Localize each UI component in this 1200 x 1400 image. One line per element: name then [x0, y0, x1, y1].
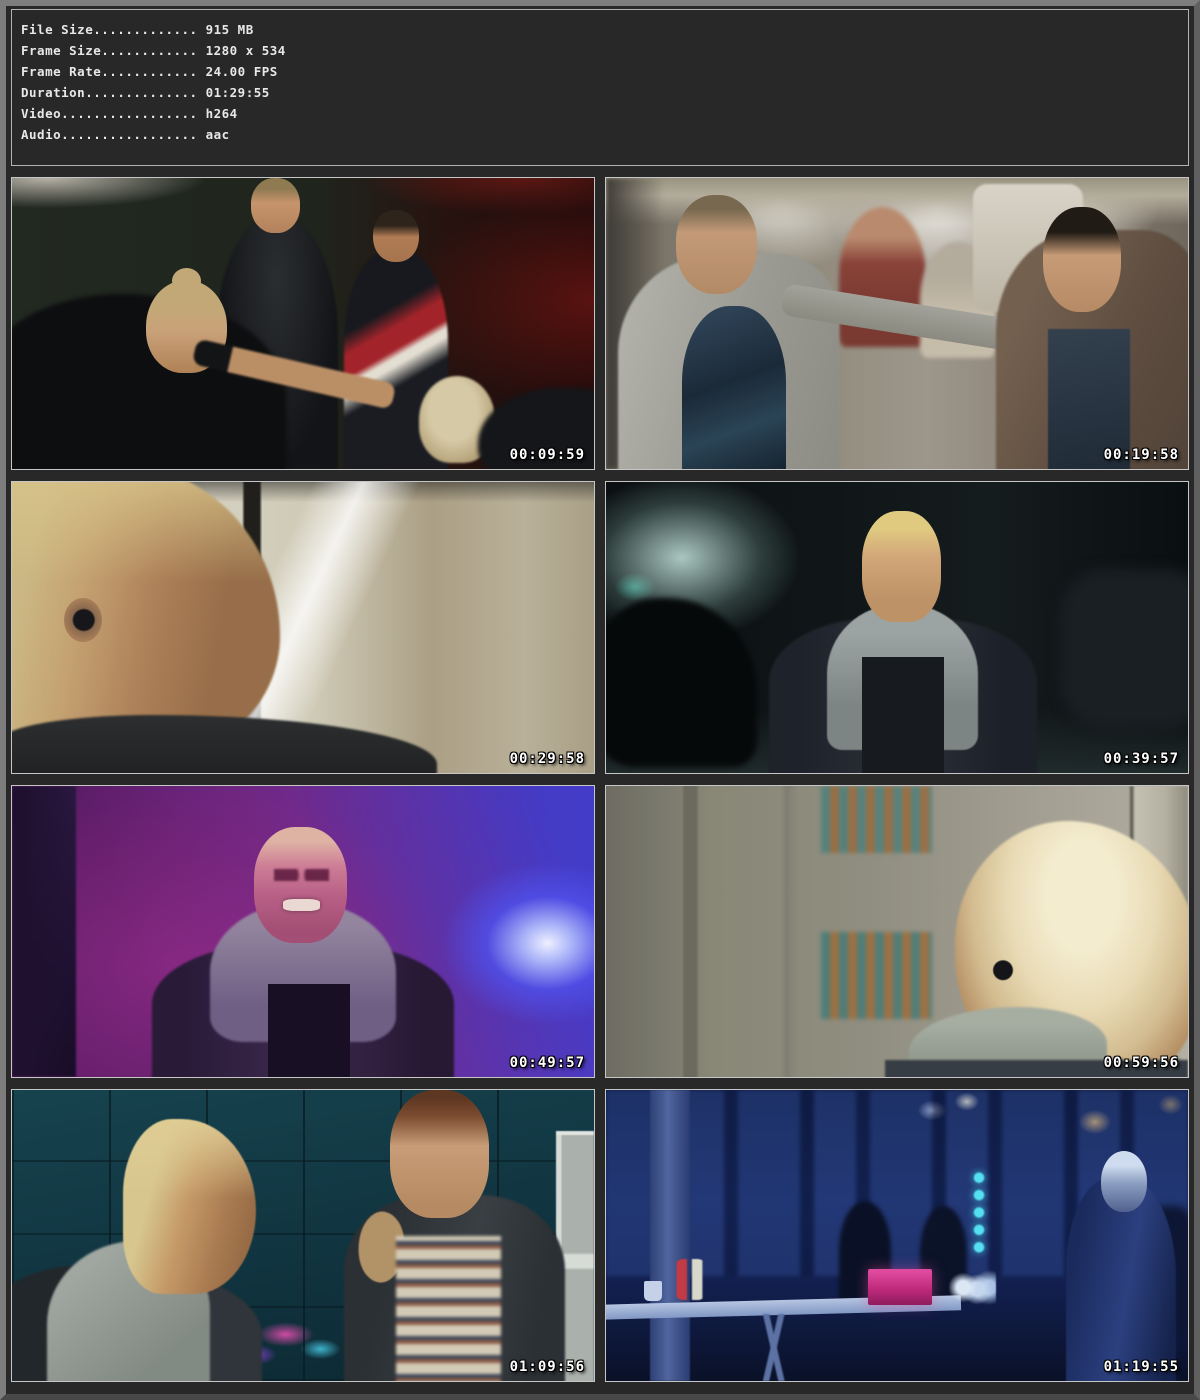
scene-shape	[623, 1314, 926, 1381]
info-value: h264	[206, 106, 238, 121]
scene-shape	[254, 827, 347, 943]
scene-shape	[396, 1236, 501, 1382]
media-info-row-filesize: File Size............. 915 MB	[21, 19, 1180, 40]
info-value: aac	[206, 127, 230, 142]
scene-shape	[373, 210, 420, 262]
scene-shape	[987, 952, 1019, 990]
dot-leader: ..............	[85, 85, 197, 100]
scene-shape	[606, 598, 757, 767]
scene-shape	[821, 932, 932, 1019]
scene-shape	[1060, 569, 1188, 729]
timestamp-overlay: 00:09:59	[510, 447, 585, 463]
screenshot-thumbnail-1: 00:09:59	[11, 177, 595, 470]
scene-art	[606, 482, 1188, 773]
media-info-panel: File Size............. 915 MB Frame Size.…	[11, 9, 1189, 166]
scene-shape	[1043, 207, 1122, 312]
scene-shape	[283, 899, 321, 911]
timestamp-overlay: 01:09:56	[510, 1359, 585, 1375]
scene-art	[606, 1090, 1188, 1381]
info-value: 01:29:55	[206, 85, 270, 100]
screenshot-thumbnail-8: 01:19:55	[605, 1089, 1189, 1382]
info-label: Frame Rate	[21, 64, 101, 79]
timestamp-overlay: 00:19:58	[1104, 447, 1179, 463]
scene-shape	[123, 1119, 257, 1294]
scene-shape	[12, 715, 437, 773]
screenshot-thumbnail-5: 00:49:57	[11, 785, 595, 1078]
media-info-row-duration: Duration.............. 01:29:55	[21, 82, 1180, 103]
dot-leader: .................	[61, 127, 197, 142]
screenshot-thumbnail-6: 00:59:56	[605, 785, 1189, 1078]
scene-shape	[676, 195, 757, 294]
scene-shape	[644, 1281, 663, 1301]
scene-shape	[390, 1090, 489, 1218]
info-label: Audio	[21, 127, 61, 142]
scene-shape	[868, 1269, 932, 1305]
scene-art	[12, 786, 594, 1077]
scene-shape	[862, 657, 943, 773]
screenshot-thumbnail-7: 01:09:56	[11, 1089, 595, 1382]
screenshot-thumbnail-3: 00:29:58	[11, 481, 595, 774]
timestamp-overlay: 00:49:57	[510, 1055, 585, 1071]
dot-leader: .................	[61, 106, 197, 121]
media-info-row-audio: Audio................. aac	[21, 124, 1180, 145]
scene-shape	[12, 786, 76, 1077]
scene-shape	[268, 984, 349, 1077]
screenshot-sheet: File Size............. 915 MB Frame Size.…	[0, 0, 1200, 1400]
scene-art	[12, 482, 594, 773]
timestamp-overlay: 01:19:55	[1104, 1359, 1179, 1375]
dot-leader: ............	[101, 43, 197, 58]
timestamp-overlay: 00:59:56	[1104, 1055, 1179, 1071]
scene-shape	[274, 869, 329, 881]
screenshot-thumbnail-4: 00:39:57	[605, 481, 1189, 774]
scene-shape	[673, 1259, 708, 1300]
info-label: Duration	[21, 85, 85, 100]
scene-art	[12, 1090, 594, 1381]
info-label: Frame Size	[21, 43, 101, 58]
dot-leader: .............	[93, 22, 197, 37]
media-info-row-framesize: Frame Size............ 1280 x 534	[21, 40, 1180, 61]
screenshot-thumbnail-2: 00:19:58	[605, 177, 1189, 470]
scene-art	[606, 786, 1188, 1077]
media-info-row-framerate: Frame Rate............ 24.00 FPS	[21, 61, 1180, 82]
info-value: 1280 x 534	[206, 43, 286, 58]
info-value: 915 MB	[206, 22, 254, 37]
info-value: 24.00 FPS	[206, 64, 278, 79]
screenshot-grid: 00:09:59 00:19:58 00:29:58 00:39:57 00:4	[11, 177, 1189, 1382]
scene-shape	[251, 178, 300, 233]
timestamp-overlay: 00:39:57	[1104, 751, 1179, 767]
info-label: Video	[21, 106, 61, 121]
scene-shape	[862, 511, 941, 622]
scene-shape	[949, 1270, 996, 1305]
led-dots	[971, 1169, 986, 1256]
scene-art	[12, 178, 594, 469]
scene-shape	[64, 598, 102, 642]
timestamp-overlay: 00:29:58	[510, 751, 585, 767]
media-info-row-video: Video................. h264	[21, 103, 1180, 124]
scene-shape	[1101, 1151, 1148, 1212]
scene-shape	[682, 306, 787, 469]
dot-leader: ............	[101, 64, 197, 79]
scene-shape	[821, 786, 932, 853]
scene-art	[606, 178, 1188, 469]
info-label: File Size	[21, 22, 93, 37]
